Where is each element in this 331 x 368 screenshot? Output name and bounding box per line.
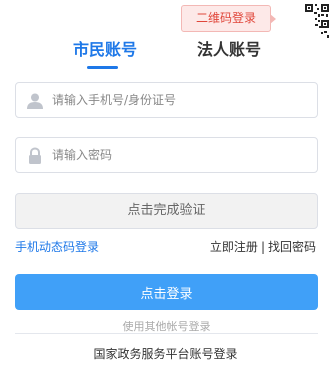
qr-login-tip: 二维码登录 bbox=[181, 5, 276, 32]
tab-citizen-account[interactable]: 市民账号 bbox=[73, 36, 137, 60]
register-link[interactable]: 立即注册 bbox=[210, 240, 258, 254]
user-icon bbox=[26, 92, 44, 110]
account-type-tabs: 市民账号 法人账号 bbox=[0, 36, 331, 72]
password-input[interactable] bbox=[52, 138, 312, 172]
account-input[interactable] bbox=[52, 83, 312, 117]
link-separator: | bbox=[260, 240, 265, 254]
password-field[interactable] bbox=[15, 137, 318, 173]
lock-icon bbox=[26, 147, 44, 165]
account-field[interactable] bbox=[15, 82, 318, 118]
national-platform-login-link[interactable]: 国家政务服务平台账号登录 bbox=[0, 345, 331, 362]
forgot-password-link[interactable]: 找回密码 bbox=[268, 240, 316, 254]
other-accounts-row: 使用其他帐号登录 bbox=[15, 318, 318, 334]
account-links: 立即注册 | 找回密码 bbox=[210, 238, 316, 255]
active-tab-indicator bbox=[87, 66, 118, 69]
other-accounts-link[interactable]: 使用其他帐号登录 bbox=[15, 318, 318, 334]
login-button[interactable]: 点击登录 bbox=[15, 274, 318, 310]
sms-login-link[interactable]: 手机动态码登录 bbox=[15, 238, 99, 255]
verify-button[interactable]: 点击完成验证 bbox=[15, 193, 318, 229]
tab-legal-account[interactable]: 法人账号 bbox=[197, 36, 261, 60]
